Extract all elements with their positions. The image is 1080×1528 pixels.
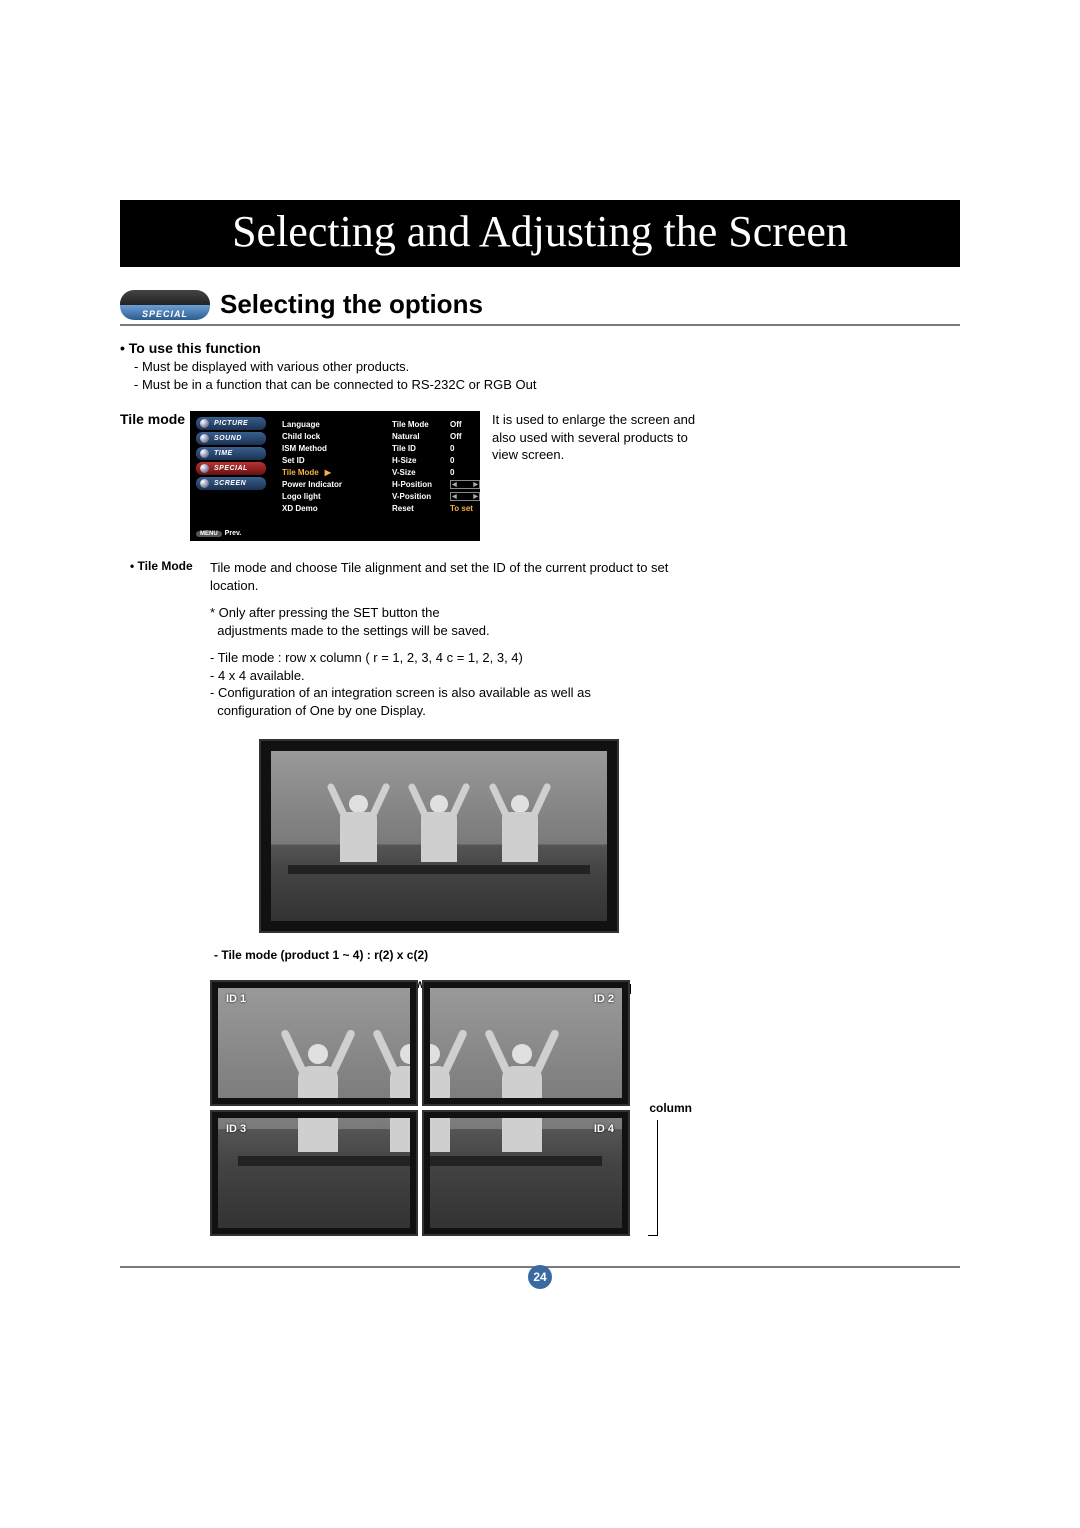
id-label-3: ID 3 — [226, 1122, 246, 1137]
id-label-4: ID 4 — [594, 1122, 614, 1137]
tile-grid-illustration: row column ID 1 — [210, 980, 630, 1236]
page-number: 24 — [528, 1265, 552, 1289]
osd-col-right: Off Off 0 0 0 To set — [450, 419, 480, 515]
osd-menu-prev: MENUPrev. — [196, 530, 241, 537]
page-title-bar: Selecting and Adjusting the Screen — [120, 200, 960, 267]
osd-tab-picture: PICTURE — [196, 417, 266, 430]
slider-icon — [450, 492, 480, 501]
page: Selecting and Adjusting the Screen SPECI… — [0, 0, 1080, 1369]
footer: 24 — [120, 1266, 960, 1289]
tile-2: ID 2 — [422, 980, 630, 1106]
tile-4: ID 4 — [422, 1110, 630, 1236]
osd-col-left: Language Child lock ISM Method Set ID Ti… — [282, 419, 342, 515]
tile-mode-sub-label: • Tile Mode — [130, 559, 210, 1236]
tile-mode-label: Tile mode — [120, 411, 190, 541]
id-label-2: ID 2 — [594, 992, 614, 1007]
use-function-bullets: - Must be displayed with various other p… — [134, 358, 960, 393]
special-icon: SPECIAL — [120, 290, 210, 320]
section-header: SPECIAL Selecting the options — [120, 289, 960, 326]
section-title: Selecting the options — [220, 289, 483, 320]
single-display-illustration — [259, 739, 619, 933]
side-description: It is used to enlarge the screen and als… — [492, 411, 695, 541]
bullet-1: - Must be displayed with various other p… — [134, 358, 960, 376]
tile-mode-body: Tile mode and choose Tile alignment and … — [210, 559, 668, 1236]
osd-screenshot: PICTURE SOUND TIME SPECIAL SCREEN MENUPr… — [190, 411, 480, 541]
special-pill-label: SPECIAL — [120, 309, 210, 319]
osd-tab-special: SPECIAL — [196, 462, 266, 475]
osd-tab-time: TIME — [196, 447, 266, 460]
osd-tab-sound: SOUND — [196, 432, 266, 445]
id-label-1: ID 1 — [226, 992, 246, 1007]
tile-grid-title: - Tile mode (product 1 ~ 4) : r(2) x c(2… — [214, 947, 668, 963]
tile-3: ID 3 — [210, 1110, 418, 1236]
osd-tab-screen: SCREEN — [196, 477, 266, 490]
slider-icon — [450, 480, 480, 489]
osd-col-mid: Tile Mode Natural Tile ID H-Size V-Size … — [392, 419, 432, 515]
bullet-2: - Must be in a function that can be conn… — [134, 376, 960, 394]
use-function-heading: • To use this function — [120, 340, 960, 356]
column-label: column — [649, 1100, 692, 1116]
chevron-right-icon: ▶ — [325, 468, 331, 477]
tile-1: ID 1 — [210, 980, 418, 1106]
